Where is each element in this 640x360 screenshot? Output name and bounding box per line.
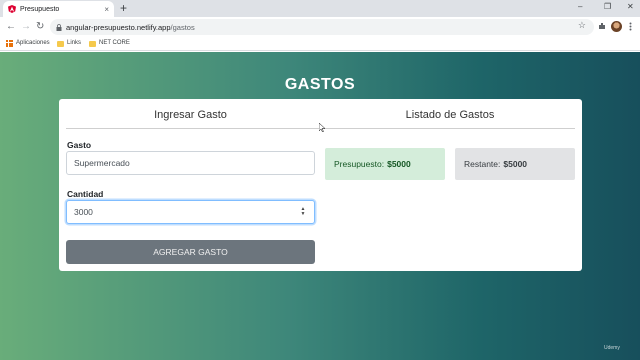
bookmark-star-icon[interactable]: ☆	[578, 20, 586, 31]
new-tab-button[interactable]: +	[120, 1, 127, 16]
back-icon[interactable]: ←	[6, 20, 16, 34]
presupuesto-alert: Presupuesto: $5000	[325, 148, 445, 180]
tab-title: Presupuesto	[20, 5, 60, 13]
bookmark-label: Aplicaciones	[16, 40, 50, 46]
bookmarks-bar: Aplicaciones Links NET CORE	[0, 37, 640, 51]
restante-value: $5000	[503, 159, 528, 169]
bookmark-label: Links	[67, 40, 82, 46]
bookmark-net-core[interactable]: NET CORE	[89, 40, 130, 47]
gasto-input[interactable]	[66, 151, 315, 175]
bookmark-apps[interactable]: Aplicaciones	[6, 40, 50, 47]
udemy-watermark: Udemy	[604, 345, 620, 351]
bookmark-links[interactable]: Links	[57, 40, 81, 47]
ingresar-gasto-heading: Ingresar Gasto	[154, 109, 227, 121]
restante-alert: Restante: $5000	[455, 148, 575, 180]
gasto-label: Gasto	[67, 140, 92, 150]
lock-icon	[56, 23, 62, 31]
bookmark-label: NET CORE	[99, 40, 130, 46]
extensions-icon[interactable]	[598, 22, 606, 30]
cantidad-input[interactable]	[66, 200, 315, 224]
tab-strip: Presupuesto × + – ❐ ✕	[0, 0, 640, 17]
minimize-icon[interactable]: –	[578, 2, 582, 11]
presupuesto-value: $5000	[387, 159, 411, 169]
folder-icon	[57, 40, 64, 47]
folder-icon	[89, 40, 96, 47]
page-background: GASTOS Ingresar Gasto Listado de Gastos …	[0, 52, 640, 360]
close-window-icon[interactable]: ✕	[627, 2, 634, 11]
browser-tab[interactable]: Presupuesto ×	[3, 1, 114, 17]
page-title: GASTOS	[284, 76, 356, 93]
restore-icon[interactable]: ❐	[604, 2, 611, 11]
apps-grid-icon	[6, 40, 13, 47]
url-host: angular-presupuesto.netlify.app	[66, 22, 171, 32]
presupuesto-label: Presupuesto:	[334, 159, 385, 169]
tab-close-icon[interactable]: ×	[104, 5, 109, 14]
more-menu-icon[interactable]	[629, 22, 632, 31]
mouse-cursor-icon	[319, 123, 325, 132]
listado-gastos-heading: Listado de Gastos	[405, 109, 495, 121]
cantidad-stepper[interactable]: ▲ ▼	[299, 205, 307, 219]
reload-icon[interactable]: ↻	[36, 20, 44, 34]
address-bar[interactable]: angular-presupuesto.netlify.app/gastos ☆	[50, 19, 594, 35]
restante-label: Restante:	[464, 159, 501, 169]
url-path: /gastos	[170, 22, 195, 32]
stepper-down-icon[interactable]: ▼	[301, 212, 306, 217]
agregar-gasto-button[interactable]: AGREGAR GASTO	[66, 240, 315, 264]
profile-avatar[interactable]	[611, 21, 622, 32]
browser-toolbar: ← → ↻ angular-presupuesto.netlify.app/ga…	[0, 17, 640, 37]
angular-favicon-icon	[8, 5, 16, 13]
cantidad-label: Cantidad	[67, 189, 104, 199]
forward-icon[interactable]: →	[21, 20, 31, 34]
